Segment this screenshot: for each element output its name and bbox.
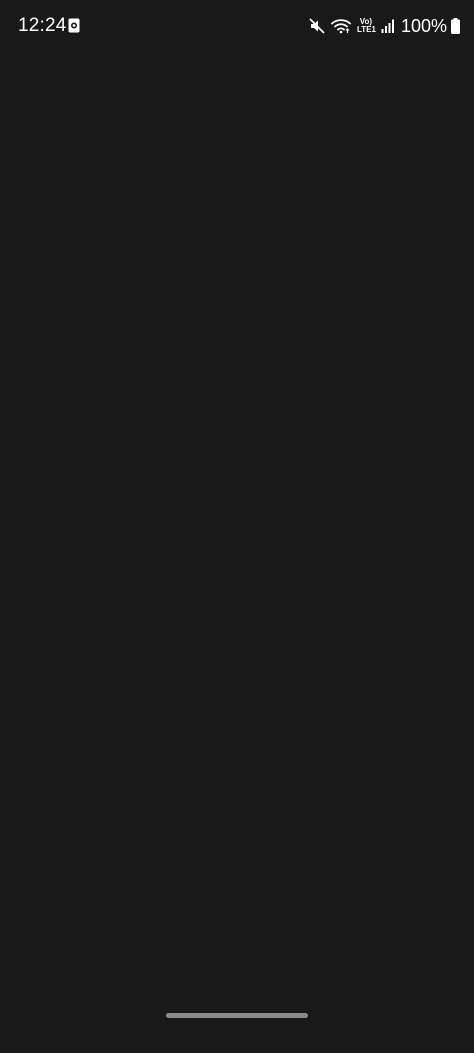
status-bar: 12:24 Vo) LTE1 100% [0, 0, 474, 52]
wifi-icon [331, 18, 351, 34]
blank-content-area [0, 52, 474, 1002]
battery-percent: 100% [400, 16, 447, 36]
cell-signal-icon [381, 19, 395, 33]
app-notification-icon [68, 18, 80, 33]
home-indicator-bar[interactable] [166, 1013, 308, 1018]
battery-icon [451, 18, 460, 34]
phone-screen: 12:24 Vo) LTE1 100% [0, 0, 474, 1053]
volte-lte-icon: Vo) LTE1 [356, 18, 376, 34]
status-time: 12:24 [18, 15, 67, 36]
mute-icon [309, 18, 325, 34]
status-right-icons: Vo) LTE1 100% [303, 14, 460, 38]
lte-label: LTE1 [356, 25, 376, 34]
